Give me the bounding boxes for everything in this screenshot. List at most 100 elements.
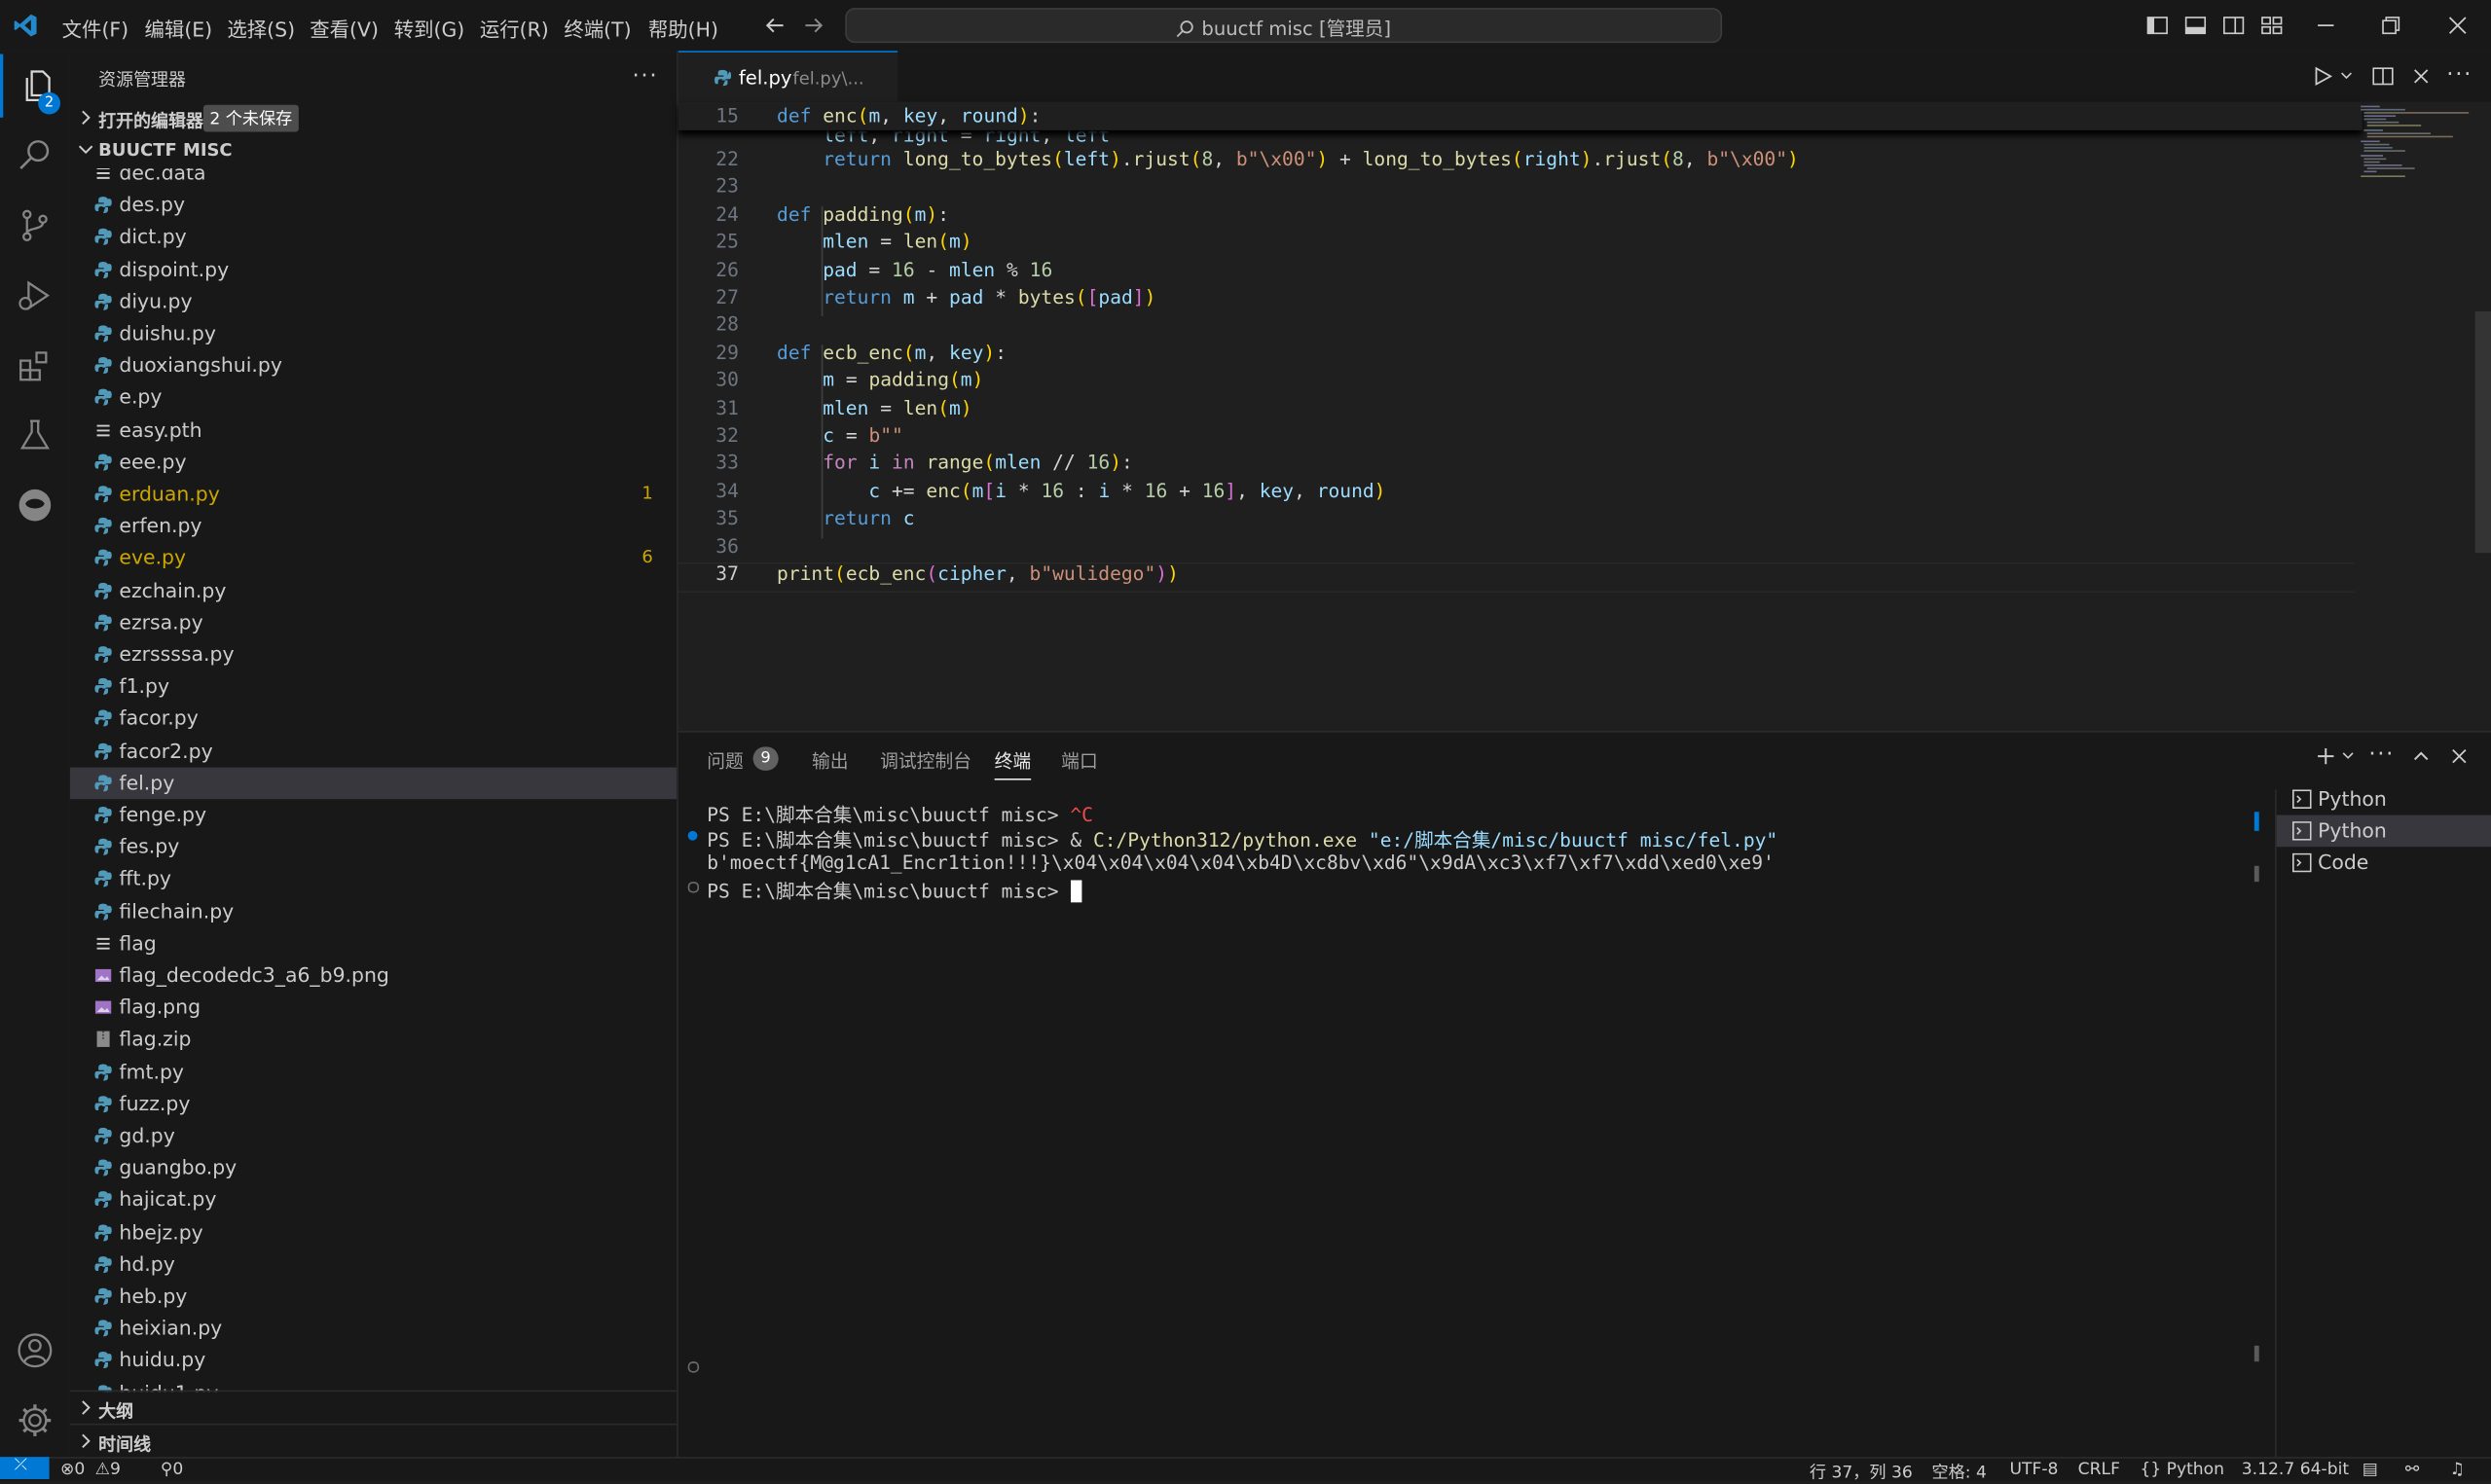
menu-selection[interactable]: 选择(S) (227, 13, 295, 43)
tab-terminal[interactable]: 终端 (994, 748, 1032, 780)
split-editor-icon[interactable] (2372, 65, 2395, 88)
restore-icon[interactable] (2380, 15, 2402, 37)
file-item[interactable]: ezrssssa.py (70, 638, 677, 670)
panel-more-icon[interactable]: ··· (2368, 742, 2395, 767)
menu-run[interactable]: 运行(R) (480, 13, 549, 43)
document-icon[interactable]: ▤ (2363, 1460, 2378, 1479)
tab-ports[interactable]: 端口 (1061, 748, 1098, 774)
file-item[interactable]: duishu.py (70, 318, 677, 350)
explorer-more-icon[interactable]: ··· (633, 63, 659, 89)
file-item[interactable]: dispoint.py (70, 254, 677, 286)
file-item[interactable]: easy.pth (70, 414, 677, 446)
menu-view[interactable]: 查看(V) (310, 13, 379, 43)
file-item[interactable]: flag.zip (70, 1024, 677, 1056)
file-item[interactable]: gd.py (70, 1120, 677, 1152)
close-window-icon[interactable] (2446, 15, 2469, 37)
file-item[interactable]: ezrsa.py (70, 606, 677, 638)
code-editor[interactable]: left, right = right, left 22 return long_… (678, 101, 2491, 732)
toggle-panel-icon[interactable] (2184, 15, 2207, 37)
terminal-output[interactable]: PS E:\脚本合集\misc\buuctf misc> ^C PS E:\脚本… (678, 796, 2252, 1431)
extensions-activity[interactable] (0, 334, 70, 397)
file-item[interactable]: fenge.py (70, 799, 677, 831)
accounts-activity[interactable] (0, 1319, 70, 1382)
file-item[interactable]: heb.py (70, 1281, 677, 1313)
run-debug-activity[interactable] (0, 264, 70, 327)
file-item[interactable]: fft.py (70, 863, 677, 895)
outline-section[interactable]: 大纲 (70, 1394, 677, 1426)
run-file-icon[interactable] (2312, 65, 2334, 88)
menu-edit[interactable]: 编辑(E) (145, 13, 213, 43)
command-center[interactable]: buuctf misc [管理员] (845, 8, 1723, 44)
file-item[interactable]: hajicat.py (70, 1184, 677, 1216)
forward-arrow-icon[interactable] (802, 15, 824, 37)
menu-go[interactable]: 转到(G) (394, 13, 465, 43)
maximize-panel-icon[interactable] (2410, 745, 2433, 768)
source-control-activity[interactable] (0, 194, 70, 257)
file-item[interactable]: erduan.py 1 (70, 478, 677, 510)
open-editors-section[interactable]: 打开的编辑器 2 个未保存 (70, 103, 677, 135)
file-item[interactable]: flag_decodedc3_a6_b9.png (70, 959, 677, 992)
terminal-list-item[interactable]: Python (2277, 783, 2491, 815)
remote-indicator[interactable]: ⤫ (0, 1457, 50, 1479)
menu-file[interactable]: 文件(F) (62, 13, 128, 43)
search-activity[interactable] (0, 124, 70, 187)
encoding[interactable]: UTF-8 (2009, 1460, 2058, 1479)
customize-layout-icon[interactable] (2260, 15, 2283, 37)
line-ending[interactable]: CRLF (2078, 1460, 2120, 1479)
file-item[interactable]: heixian.py (70, 1313, 677, 1345)
minimap[interactable] (2358, 101, 2475, 197)
file-item[interactable]: facor2.py (70, 735, 677, 767)
file-item[interactable]: ezchain.py (70, 574, 677, 606)
copilot-icon[interactable]: ⚯ (2405, 1460, 2419, 1479)
file-item[interactable]: facor.py (70, 703, 677, 735)
file-item[interactable]: fel.py (69, 767, 678, 799)
remote-explorer-activity[interactable] (0, 474, 70, 537)
menu-terminal[interactable]: 终端(T) (564, 13, 631, 43)
file-item[interactable]: eve.py 6 (70, 542, 677, 574)
back-arrow-icon[interactable] (764, 15, 787, 37)
file-item[interactable]: f1.py (70, 670, 677, 703)
testing-activity[interactable] (0, 404, 70, 467)
editor-scrollbar-thumb[interactable] (2474, 311, 2491, 554)
editor-more-icon[interactable]: ··· (2446, 62, 2473, 88)
menu-help[interactable]: 帮助(H) (648, 13, 718, 43)
sticky-scroll[interactable]: 15 def enc(m, key, round): (678, 101, 2363, 130)
python-interpreter[interactable]: 3.12.7 64-bit (2242, 1460, 2349, 1479)
file-item[interactable]: fuzz.py (70, 1088, 677, 1120)
file-item[interactable]: duoxiangshui.py (70, 349, 677, 381)
tab-output[interactable]: 输出 (812, 748, 849, 774)
tab-problems[interactable]: 问题 (707, 748, 744, 774)
file-item[interactable]: flag (70, 927, 677, 959)
bell-icon[interactable]: ♫ (2450, 1460, 2465, 1479)
file-item[interactable]: erfen.py (70, 510, 677, 542)
new-terminal-icon[interactable] (2315, 745, 2337, 768)
timeline-section[interactable]: 时间线 (70, 1427, 677, 1459)
toggle-secondary-sidebar-icon[interactable] (2222, 15, 2245, 37)
problems-status[interactable]: ⊗0 ⚠9 (60, 1460, 121, 1479)
file-item[interactable]: huidu.py (70, 1345, 677, 1377)
folder-section[interactable]: BUUCTF MISC (70, 135, 677, 167)
file-item[interactable]: dict.py (70, 222, 677, 254)
file-item[interactable]: hbejz.py (70, 1216, 677, 1249)
toggle-primary-sidebar-icon[interactable] (2146, 15, 2169, 37)
tab-fel-py[interactable]: fel.py fel.py\... (678, 51, 898, 102)
file-item[interactable]: diyu.py (70, 286, 677, 318)
file-item[interactable]: fmt.py (70, 1056, 677, 1088)
file-item[interactable]: e.py (70, 381, 677, 414)
cursor-position[interactable]: 行 37，列 36 (1810, 1460, 1913, 1483)
file-item[interactable]: guangbo.py (70, 1152, 677, 1184)
explorer-activity[interactable]: 2 (0, 54, 70, 118)
file-item[interactable]: eee.py (70, 446, 677, 478)
ports-status[interactable]: ⚲0 (161, 1460, 183, 1479)
terminal-dropdown-icon[interactable] (2342, 750, 2355, 763)
file-item[interactable]: dec.data (70, 168, 677, 189)
file-item[interactable]: hd.py (70, 1249, 677, 1281)
minimize-icon[interactable] (2315, 15, 2337, 37)
file-item[interactable]: flag.png (70, 992, 677, 1024)
language-mode[interactable]: {} Python (2140, 1460, 2224, 1479)
file-item[interactable]: filechain.py (70, 895, 677, 927)
close-panel-icon[interactable] (2448, 745, 2471, 768)
file-item[interactable]: fes.py (70, 831, 677, 863)
terminal-list-item[interactable]: Code (2277, 847, 2491, 879)
run-dropdown-icon[interactable] (2340, 70, 2353, 83)
